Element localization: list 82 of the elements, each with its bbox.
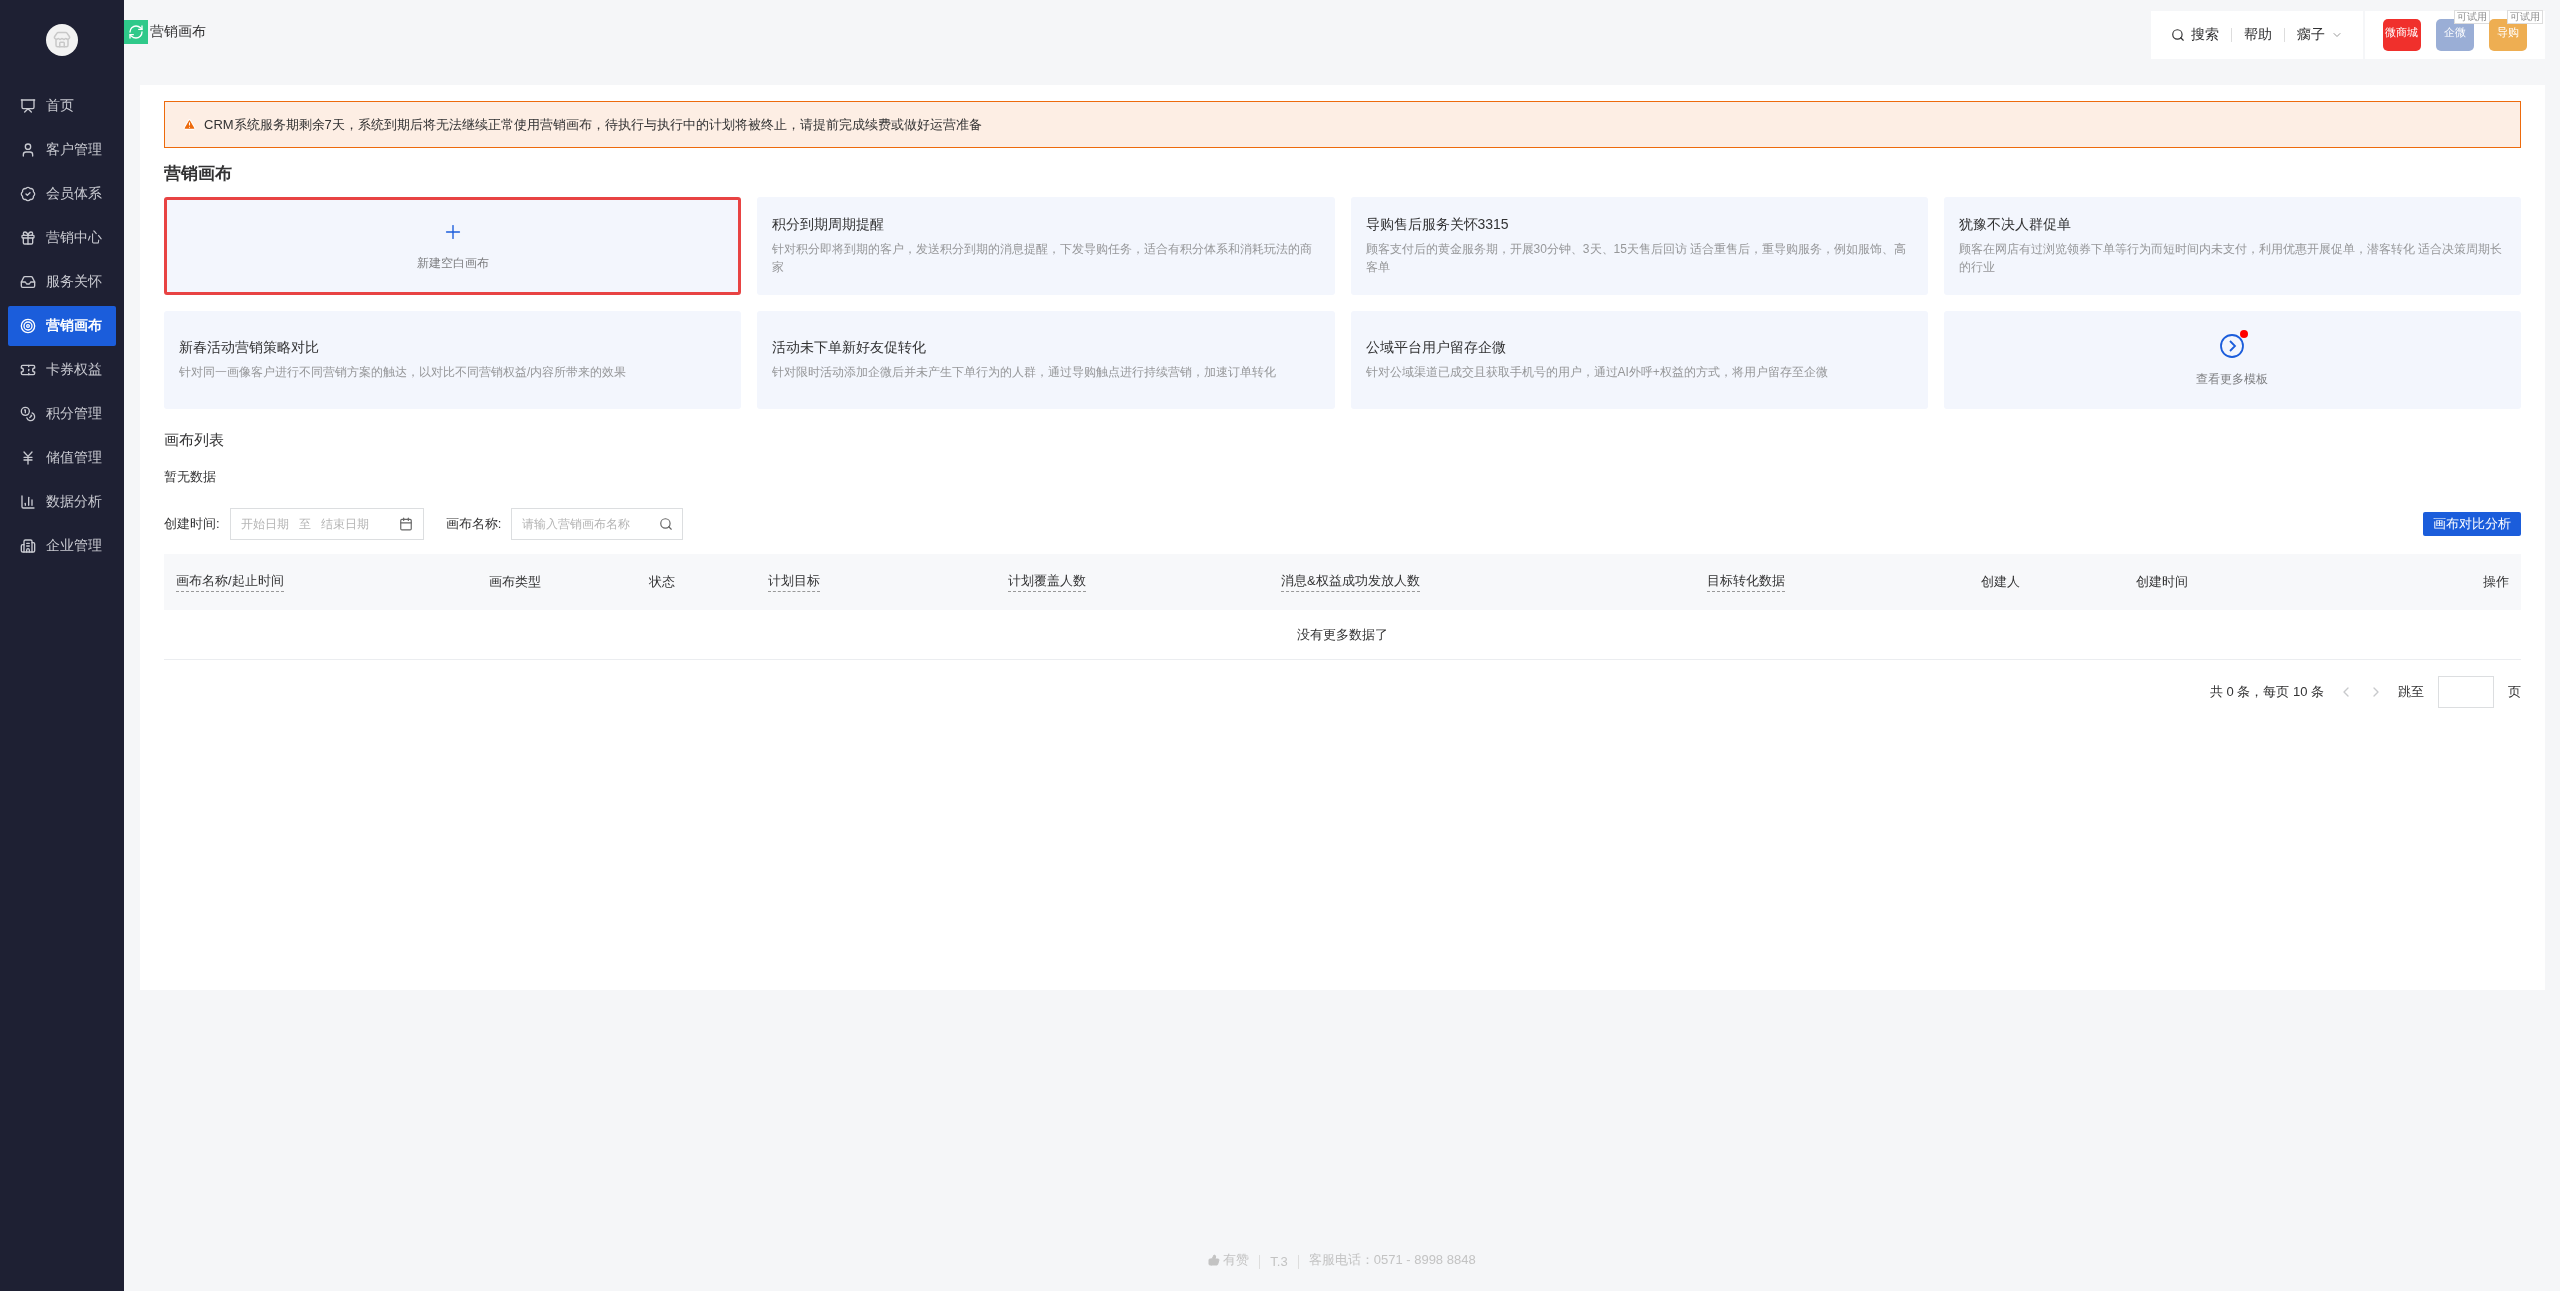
compare-button[interactable]: 画布对比分析	[2423, 512, 2521, 536]
sidebar-item[interactable]: 卡券权益	[8, 350, 116, 390]
filter-label: 画布名称:	[445, 515, 502, 533]
sidebar-item[interactable]: 积分管理	[8, 394, 116, 434]
template-title: 活动未下单新好友促转化	[772, 339, 928, 357]
sidebar-item[interactable]: 企业管理	[8, 526, 116, 566]
more-templates-card[interactable]: 查看更多模板	[1943, 311, 2521, 409]
target-icon	[20, 318, 36, 334]
no-more-text: 没有更多数据了	[164, 610, 2521, 660]
sidebar-item[interactable]: 服务关怀	[8, 262, 116, 302]
card-label: 新建空白画布	[416, 254, 489, 272]
column-header: 计划目标	[768, 572, 820, 592]
calendar-icon	[398, 517, 413, 531]
section-title: 营销画布	[164, 163, 233, 185]
page-input[interactable]	[2438, 676, 2494, 708]
sidebar-item[interactable]: 营销中心	[8, 218, 116, 258]
column-header: 消息&权益成功发放人数	[1281, 572, 1420, 592]
template-title: 犹豫不决人群促单	[1958, 216, 2072, 234]
notice-text: CRM系统服务期剩余7天，系统到期后将无法继续正常使用营销画布，待执行与执行中的计划将被终止，请提前完成续费或做好运营准备	[204, 115, 982, 134]
template-card[interactable]: 犹豫不决人群促单 顾客在网店有过浏览领券下单等行为而短时间内未支付，利用优惠开展促单，潜客转化 适合决策周期长的行业	[1943, 197, 2521, 295]
search-icon	[2171, 27, 2185, 42]
template-description: 针对限时活动添加企微后并未产生下单行为的人群，通过导购触点进行持续营销，加速订单转化	[772, 364, 1278, 381]
template-title: 公域平台用户留存企微	[1365, 339, 1507, 357]
page-summary: 共 0 条，每页 10 条	[2209, 683, 2324, 701]
column-header: 操作	[2483, 572, 2509, 591]
template-description: 顾客支付后的黄金服务期，开展30分钟、3天、15天售后回访 适合重售后，重导购服务，例如服饰、高客单	[1365, 241, 1908, 276]
page-title: 营销画布	[150, 22, 206, 41]
sidebar-item[interactable]: 首页	[8, 86, 116, 126]
list-title: 画布列表	[164, 431, 225, 450]
card-label: 查看更多模板	[2196, 370, 2269, 388]
sidebar-item[interactable]: 数据分析	[8, 482, 116, 522]
warning-icon	[183, 118, 196, 131]
column-header: 状态	[649, 572, 675, 591]
sidebar-item[interactable]: 储值管理	[8, 438, 116, 478]
presentation-icon	[20, 98, 36, 114]
template-card[interactable]: 积分到期周期提醒 针对积分即将到期的客户，发送积分到期的消息提醒，下发导购任务，适合有积分体系和消耗玩法的商家	[757, 197, 1335, 295]
template-card[interactable]: 导购售后服务关怀3315 顾客支付后的黄金服务期，开展30分钟、3天、15天售后回访 适合重售后，重导购服务，例如服饰、高客单	[1350, 197, 1928, 295]
thumbs-up-icon	[1208, 1254, 1221, 1266]
user-menu[interactable]: 瘸子	[2297, 25, 2343, 44]
template-card[interactable]: 新春活动营销策略对比 针对同一画像客户进行不同营销方案的触达，以对比不同营销权益/内容所带来的效果	[164, 311, 742, 409]
ticket-icon	[20, 362, 36, 378]
bar-chart-icon	[20, 494, 36, 510]
refresh-icon	[124, 19, 148, 44]
app-icon[interactable]: 微商城	[2382, 18, 2421, 51]
template-title: 积分到期周期提醒	[772, 216, 886, 234]
sidebar-item[interactable]: 营销画布	[8, 306, 116, 346]
column-header: 创建人	[1981, 572, 2020, 591]
template-card[interactable]: 活动未下单新好友促转化 针对限时活动添加企微后并未产生下单行为的人群，通过导购触点进行持续营销，加速订单转化	[757, 311, 1335, 409]
user-icon	[20, 142, 36, 158]
yen-icon	[20, 450, 36, 466]
template-card[interactable]: 公域平台用户留存企微 针对公域渠道已成交且获取手机号的用户，通过AI外呼+权益的方式，将用户留存至企微	[1350, 311, 1928, 409]
template-description: 顾客在网店有过浏览领券下单等行为而短时间内未支付，利用优惠开展促单，潜客转化 适合决策周期长的行业	[1958, 241, 2504, 276]
filter-label: 创建时间:	[164, 515, 220, 533]
search-field[interactable]: 请输入营销画布名称	[511, 508, 684, 540]
coins-icon	[20, 406, 36, 422]
column-header: 创建时间	[2136, 572, 2188, 591]
jump-label: 跳至	[2398, 683, 2424, 701]
template-title: 新春活动营销策略对比	[179, 339, 320, 357]
column-header: 目标转化数据	[1707, 572, 1785, 592]
column-header: 计划覆盖人数	[1008, 572, 1086, 592]
template-description: 针对公域渠道已成交且获取手机号的用户，通过AI外呼+权益的方式，将用户留存至企微	[1365, 364, 1829, 381]
trial-badge: 可试用	[2454, 9, 2490, 24]
column-header: 画布名称/起止时间	[176, 572, 284, 592]
template-description: 针对同一画像客户进行不同营销方案的触达，以对比不同营销权益/内容所带来的效果	[179, 364, 628, 381]
arrow-circle-icon	[2219, 332, 2246, 359]
search-link[interactable]: 搜索	[2171, 25, 2219, 44]
help-link[interactable]: 帮助	[2244, 25, 2272, 44]
new-canvas-card[interactable]: 新建空白画布	[164, 197, 742, 295]
empty-text: 暂无数据	[164, 468, 217, 486]
page-unit: 页	[2508, 683, 2521, 701]
store-avatar	[46, 24, 78, 56]
search-icon	[659, 517, 674, 531]
gift-icon	[20, 230, 36, 246]
column-header: 画布类型	[489, 572, 541, 591]
template-title: 导购售后服务关怀3315	[1365, 216, 1510, 234]
building-icon	[20, 538, 36, 554]
sidebar-item[interactable]: 会员体系	[8, 174, 116, 214]
sidebar-item[interactable]: 客户管理	[8, 130, 116, 170]
inbox-icon	[20, 274, 36, 290]
trial-badge: 可试用	[2507, 9, 2544, 24]
badge-icon	[20, 186, 36, 202]
template-description: 针对积分即将到期的客户，发送积分到期的消息提醒，下发导购任务，适合有积分体系和消耗玩法的商家	[772, 241, 1314, 276]
